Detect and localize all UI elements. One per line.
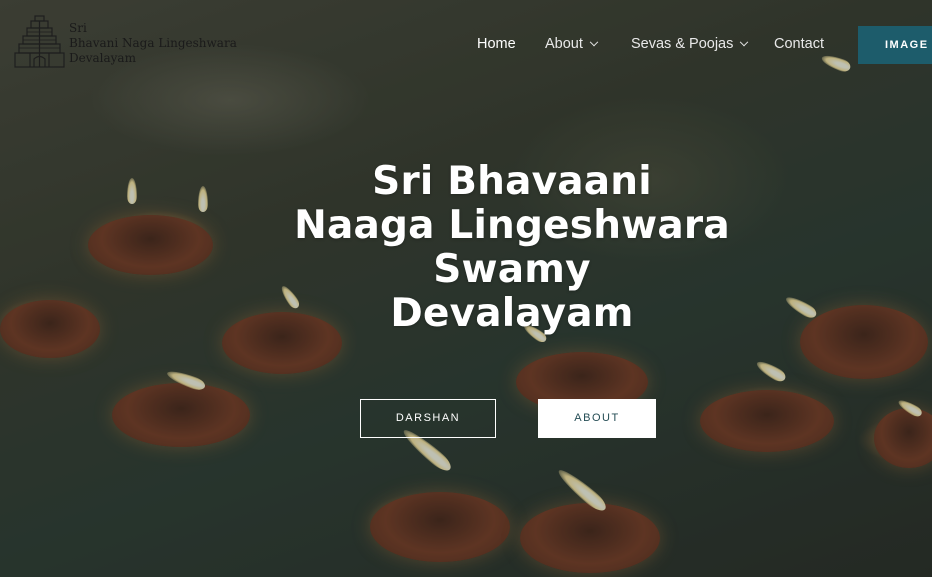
hero-title-line-1: Sri Bhavaani xyxy=(372,159,652,204)
images-button[interactable]: IMAGE xyxy=(858,26,932,64)
logo-line-1: Sri xyxy=(69,21,87,35)
hero-title-line-2: Naaga Lingeshwara xyxy=(294,203,730,248)
nav-contact[interactable]: Contact xyxy=(774,36,824,52)
nav-home[interactable]: Home xyxy=(477,36,516,52)
chevron-down-icon xyxy=(740,37,749,47)
logo-line-3: Devalayam xyxy=(69,51,136,65)
site-logo-text[interactable]: Sri Bhavani Naga Lingeshwara Devalayam xyxy=(69,21,237,66)
nav-about-label: About xyxy=(545,36,583,52)
darshan-button[interactable]: DARSHAN xyxy=(360,399,496,438)
site-header: Sri Bhavani Naga Lingeshwara Devalayam H… xyxy=(0,0,932,88)
hero-title: Sri Bhavaani Naaga Lingeshwara Swamy Dev… xyxy=(266,160,758,336)
chevron-down-icon xyxy=(589,37,599,47)
nav-about[interactable]: About xyxy=(545,36,599,52)
nav-sevas-poojas[interactable]: Sevas & Poojas xyxy=(631,36,749,52)
temple-logo-icon[interactable] xyxy=(12,14,67,70)
nav-sevas-label: Sevas & Poojas xyxy=(631,36,734,52)
about-button[interactable]: ABOUT xyxy=(538,399,656,438)
hero-title-line-4: Devalayam xyxy=(390,291,634,336)
logo-line-2: Bhavani Naga Lingeshwara xyxy=(69,36,237,50)
hero-title-line-3: Swamy xyxy=(433,247,591,292)
